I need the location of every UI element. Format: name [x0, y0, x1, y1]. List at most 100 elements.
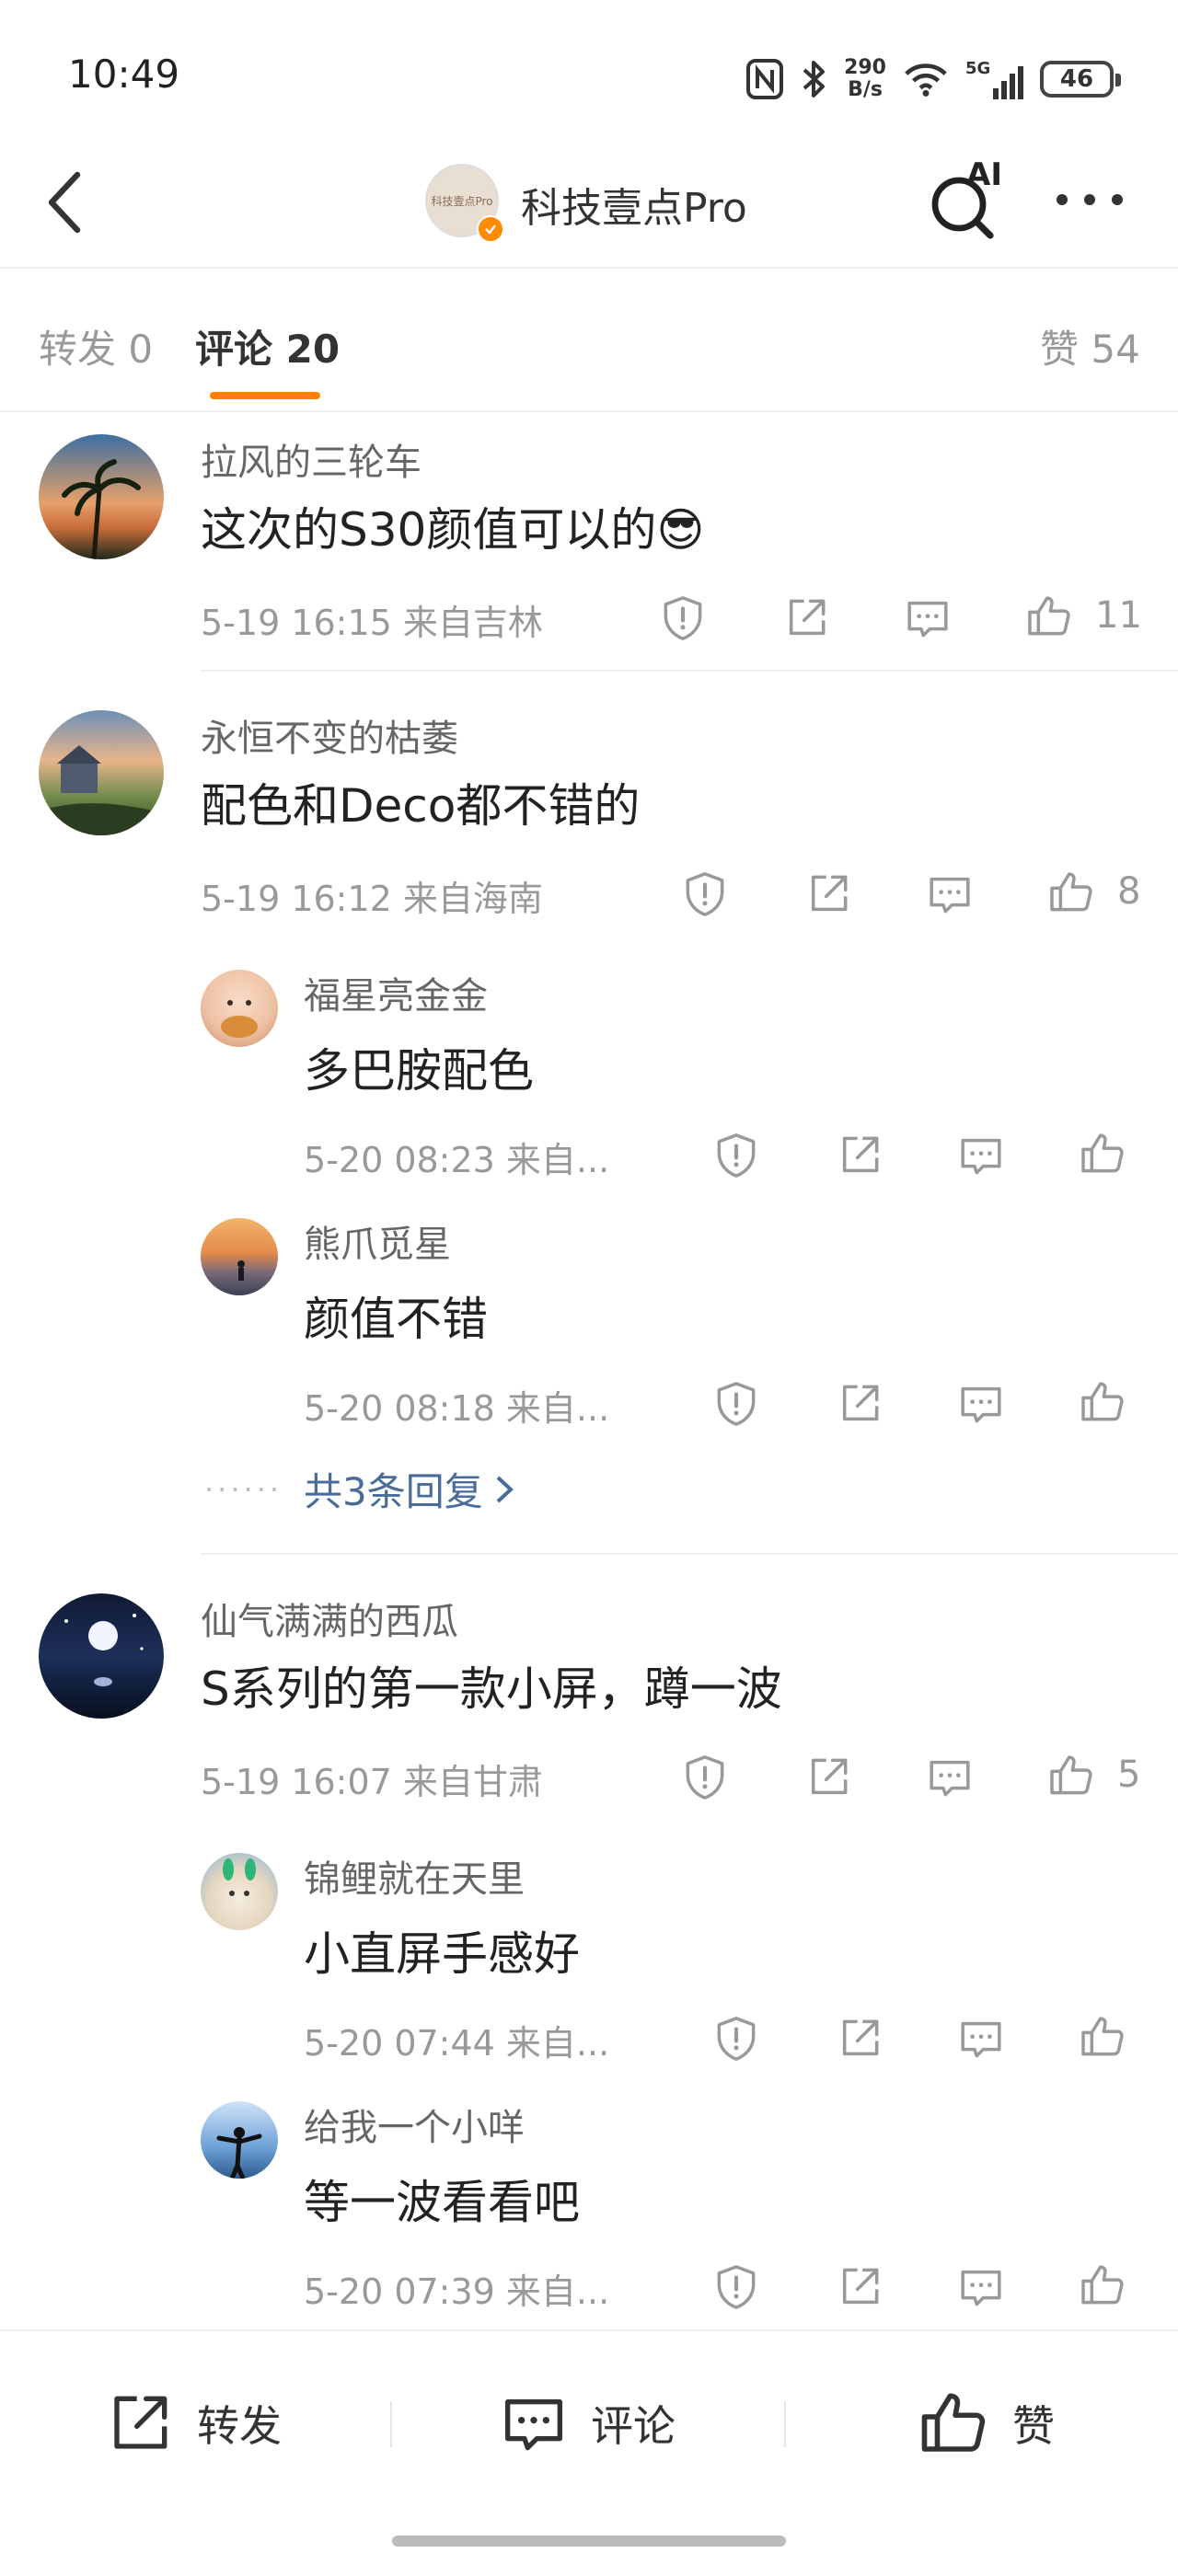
reply-icon[interactable]	[955, 1378, 1007, 1430]
like-icon[interactable]	[1077, 1128, 1128, 1179]
reply-icon[interactable]	[955, 2261, 1007, 2313]
home-indicator[interactable]	[392, 2536, 786, 2547]
avatar[interactable]	[201, 1853, 278, 1930]
report-icon[interactable]	[710, 1130, 762, 1181]
avatar[interactable]	[39, 434, 164, 559]
reply-username[interactable]: 锦鲤就在天里	[304, 1849, 525, 1903]
forward-button[interactable]: 转发	[103, 2386, 282, 2460]
like-icon	[921, 2393, 986, 2452]
battery-level: 46	[1059, 65, 1094, 93]
bluetooth-icon	[803, 61, 826, 98]
comment-button[interactable]: 评论	[497, 2386, 676, 2460]
avatar[interactable]	[201, 970, 278, 1047]
active-tab-indicator	[210, 392, 320, 399]
report-icon[interactable]	[679, 1752, 731, 1803]
share-icon[interactable]	[803, 1752, 854, 1803]
report-icon[interactable]	[710, 2261, 762, 2313]
like-button[interactable]: 赞	[915, 2385, 1055, 2462]
more-replies-dots: ······	[204, 1472, 283, 1507]
comment-username[interactable]: 仙气满满的西瓜	[201, 1592, 458, 1645]
comment-icon	[505, 2399, 562, 2451]
account-name[interactable]: 科技壹点Pro	[521, 175, 747, 234]
cellular-signal: 5G	[965, 59, 1023, 99]
like-icon[interactable]	[1077, 2011, 1128, 2063]
comment-username[interactable]: 永恒不变的枯萎	[201, 708, 458, 762]
report-icon[interactable]	[679, 868, 731, 920]
like-count: 11	[1095, 594, 1142, 637]
reply-meta: 5-20 07:39 来自...	[304, 2271, 610, 2312]
chevron-left-icon	[48, 171, 81, 234]
share-icon[interactable]	[780, 592, 832, 644]
reply-username[interactable]: 福星亮金金	[304, 966, 488, 1019]
status-icons: 290 B/s 5G 46	[746, 52, 1121, 107]
comment-username[interactable]: 拉风的三轮车	[201, 432, 422, 486]
like-count: 8	[1117, 870, 1141, 913]
comment-label: 评论	[591, 2401, 676, 2451]
reply-text: 多巴胺配色	[304, 1044, 534, 1098]
bottom-separator	[390, 2401, 392, 2447]
share-icon[interactable]	[803, 868, 854, 920]
back-button[interactable]	[37, 167, 96, 237]
reply-icon[interactable]	[955, 2013, 1007, 2064]
status-time: 10:49	[68, 52, 180, 97]
comment-divider	[201, 670, 1178, 672]
comment-divider	[201, 1553, 1178, 1555]
report-icon[interactable]	[657, 592, 709, 644]
avatar[interactable]	[39, 1593, 164, 1719]
comment-meta: 5-19 16:12 来自海南	[201, 879, 543, 919]
reply-meta: 5-20 08:18 来自...	[304, 1388, 610, 1429]
reply-text: 颜值不错	[304, 1293, 488, 1346]
report-icon[interactable]	[710, 1378, 762, 1430]
tab-comments[interactable]: 评论 20	[195, 318, 340, 374]
ai-label: AI	[966, 156, 1002, 193]
comment-item: 仙气满满的西瓜 S系列的第一款小屏，蹲一波 5-19 16:07 来自甘肃 5 …	[0, 1582, 1178, 2318]
avatar[interactable]	[201, 1218, 278, 1295]
reply-meta: 5-20 07:44 来自...	[304, 2023, 610, 2064]
comment-meta: 5-19 16:15 来自吉林	[201, 603, 543, 643]
network-type: 5G	[965, 59, 991, 78]
verified-badge	[477, 215, 504, 243]
speed-unit: B/s	[848, 78, 883, 101]
comment-item: 永恒不变的枯萎 配色和Deco都不错的 5-19 16:12 来自海南 8 福星…	[0, 699, 1178, 1527]
battery-icon: 46	[1040, 61, 1121, 98]
like-label: 赞	[1012, 2401, 1055, 2451]
bottom-separator	[784, 2401, 786, 2447]
comment-meta: 5-19 16:07 来自甘肃	[201, 1762, 543, 1802]
header-divider	[0, 267, 1178, 269]
like-icon[interactable]	[1023, 591, 1075, 642]
more-options-button[interactable]	[1053, 184, 1126, 215]
avatar[interactable]	[39, 710, 164, 835]
like-icon[interactable]	[1077, 1376, 1128, 1428]
share-icon[interactable]	[834, 2261, 885, 2313]
reply-username[interactable]: 熊爪觅星	[304, 1214, 451, 1268]
avatar[interactable]	[201, 2101, 278, 2179]
like-icon[interactable]	[1045, 1750, 1097, 1801]
like-icon[interactable]	[1077, 2260, 1128, 2311]
comment-text: 配色和Deco都不错的	[201, 779, 641, 833]
share-icon[interactable]	[834, 1130, 885, 1181]
comment-text: 这次的S30颜值可以的😎	[201, 503, 705, 557]
reply-icon[interactable]	[924, 868, 976, 920]
tab-likes[interactable]: 赞 54	[1040, 318, 1140, 374]
tabs-divider	[0, 410, 1178, 412]
bottom-action-bar: 转发 评论 赞	[0, 2329, 1178, 2515]
reply-text: 等一波看看吧	[304, 2176, 580, 2229]
speed-value: 290	[844, 56, 886, 79]
reply-username[interactable]: 给我一个小咩	[304, 2098, 525, 2151]
reply-icon[interactable]	[924, 1752, 976, 1803]
ai-search-button[interactable]: AI	[922, 156, 1011, 241]
avatar-logo-text: 科技壹点Pro	[431, 195, 493, 208]
share-icon	[114, 2396, 167, 2449]
nfc-icon	[746, 59, 784, 99]
like-icon[interactable]	[1045, 867, 1097, 918]
share-icon[interactable]	[834, 1378, 885, 1430]
forward-label: 转发	[197, 2401, 282, 2451]
reply-icon[interactable]	[902, 592, 953, 644]
report-icon[interactable]	[710, 2013, 762, 2064]
share-icon[interactable]	[834, 2013, 885, 2064]
more-replies-link[interactable]: 共3条回复	[304, 1461, 514, 1517]
comment-text: S系列的第一款小屏，蹲一波	[201, 1662, 782, 1716]
reply-icon[interactable]	[955, 1130, 1007, 1181]
tab-forward[interactable]: 转发 0	[39, 318, 153, 374]
chevron-right-icon	[496, 1476, 514, 1502]
